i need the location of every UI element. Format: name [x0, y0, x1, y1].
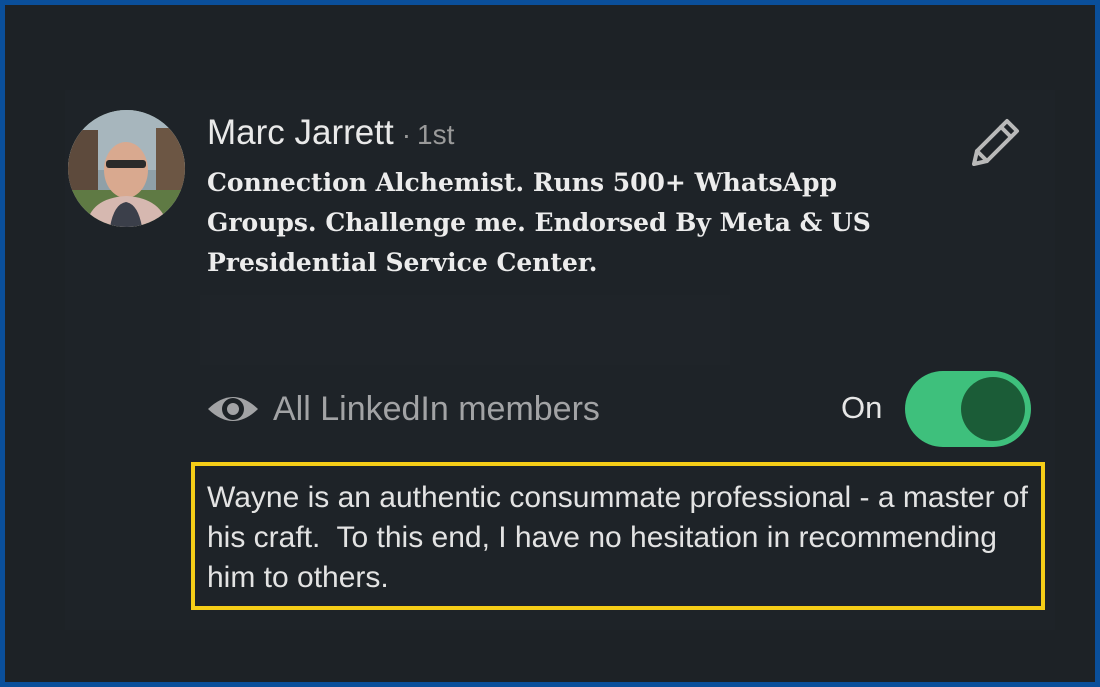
- visibility-toggle[interactable]: [905, 371, 1031, 447]
- author-name[interactable]: Marc Jarrett: [207, 113, 394, 153]
- toggle-knob[interactable]: [961, 377, 1025, 441]
- visibility-row: All LinkedIn members: [205, 383, 600, 435]
- connection-degree: 1st: [417, 119, 455, 150]
- pencil-icon[interactable]: [967, 113, 1023, 169]
- toggle-state-label: On: [841, 390, 883, 425]
- author-name-line: Marc Jarrett · 1st: [207, 113, 454, 159]
- author-headline: Connection Alchemist. Runs 500+ WhatsApp…: [207, 168, 871, 277]
- recommendation-text: Wayne is an authentic consummate profess…: [207, 481, 1037, 594]
- visibility-label: All LinkedIn members: [273, 389, 600, 428]
- avatar[interactable]: [68, 110, 185, 227]
- avatar-photo: [68, 110, 185, 227]
- content-shade: [200, 295, 730, 365]
- screenshot-frame: Marc Jarrett · 1st Connection Alchemist.…: [0, 0, 1100, 687]
- degree-separator: ·: [401, 119, 412, 150]
- eye-icon: [205, 383, 261, 435]
